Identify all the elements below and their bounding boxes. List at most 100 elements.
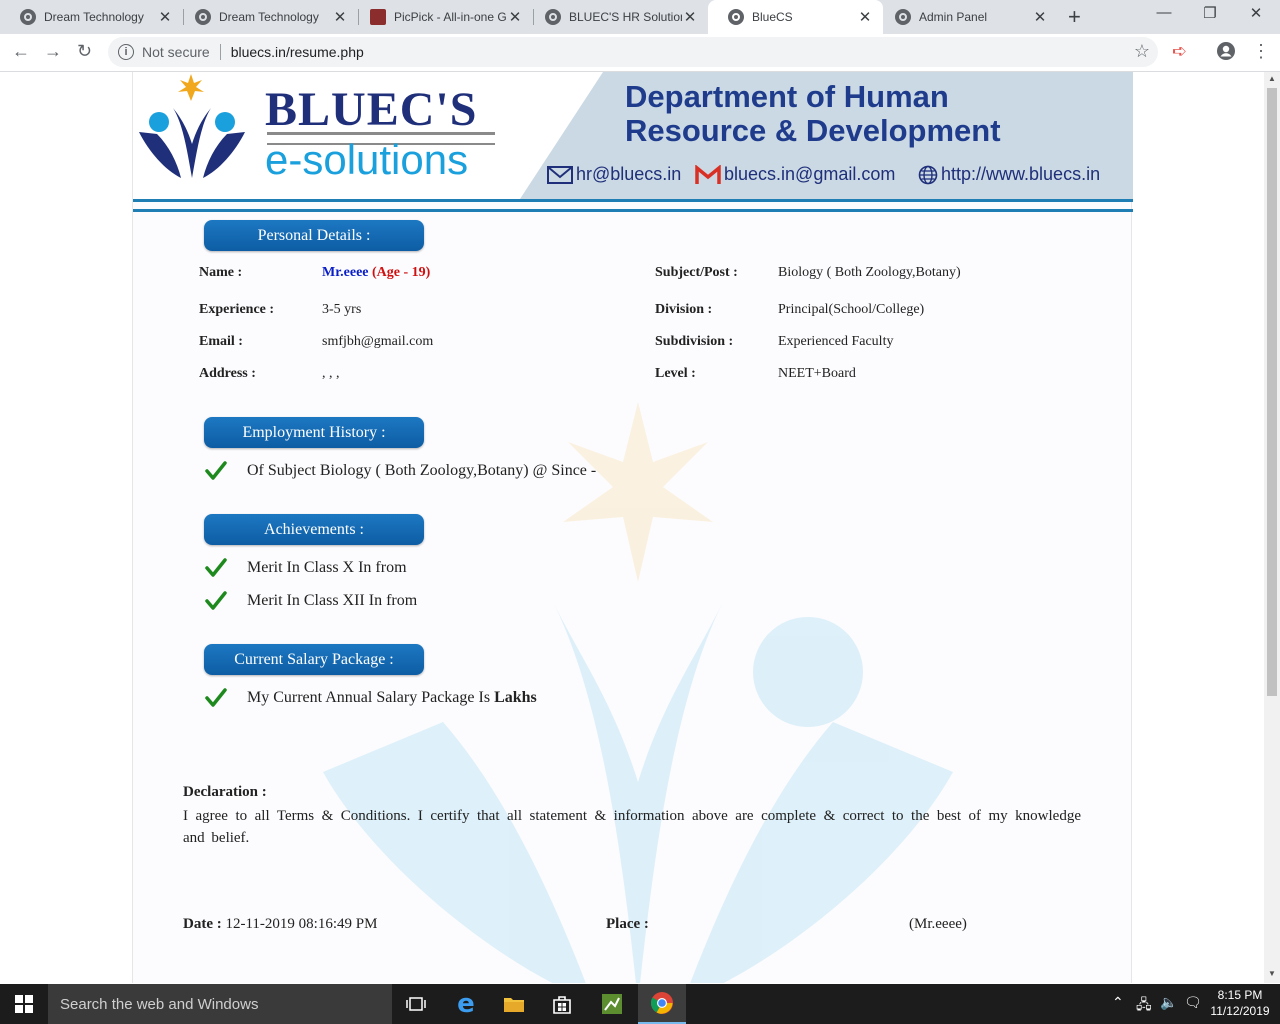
task-view-icon [406,997,426,1011]
banner-rule [133,199,1133,202]
place-label: Place : [606,916,649,932]
salary-unit: Lakhs [494,689,537,706]
experience-value: 3-5 yrs [322,302,362,317]
checkmark-icon [205,688,227,707]
profile-icon[interactable] [1216,41,1236,66]
tab-title: Admin Panel [919,10,988,24]
email-label: Email : [199,334,243,349]
close-tab-icon[interactable]: ✕ [682,8,698,26]
tab-admin-panel[interactable]: Admin Panel ✕ [875,0,1058,34]
reload-icon[interactable]: ↻ [77,41,92,62]
scroll-up-arrow-icon[interactable]: ▲ [1264,74,1280,88]
personal-details-heading: Personal Details : [204,220,424,251]
picpick-icon [602,994,622,1014]
vertical-scrollbar[interactable]: ▲ ▼ [1264,72,1280,983]
tab-picpick[interactable]: PicPick - All-in-one G ✕ [350,0,533,34]
salary-text: My Current Annual Salary Package Is Lakh… [247,689,537,707]
tab-dream-technology-2[interactable]: Dream Technology ✕ [175,0,358,34]
contact-email-text: hr@bluecs.in [576,164,682,184]
subdivision-value: Experienced Faculty [778,334,894,349]
notifications-icon[interactable]: 🗨 [1184,994,1202,1011]
tab-dream-technology-1[interactable]: Dream Technology ✕ [0,0,183,34]
picpick-taskbar-button[interactable] [588,984,636,1024]
page-viewport: BLUEC'S e-solutions Department of Human … [0,72,1264,983]
achievements-heading: Achievements : [204,514,424,545]
forward-arrow-icon[interactable]: → [44,41,62,62]
restore-button[interactable]: ❐ [1187,4,1233,22]
globe-icon [545,9,561,25]
chrome-taskbar-button[interactable] [638,984,686,1024]
divider [219,44,221,60]
back-arrow-icon[interactable]: ← [12,41,30,62]
tab-bluecs[interactable]: BlueCS ✕ [708,0,883,34]
chevron-up-icon[interactable]: ⌃ [1112,994,1124,1011]
close-tab-icon[interactable]: ✕ [507,8,523,26]
taskbar-clock[interactable]: 8:15 PM 11/12/2019 [1202,987,1278,1019]
tab-bluecs-hr[interactable]: BLUEC'S HR Solution ✕ [525,0,708,34]
bookmark-star-icon[interactable]: ☆ [1134,41,1150,62]
declaration-heading: Declaration : [183,784,267,800]
globe-icon [895,9,911,25]
minimize-button[interactable]: — [1141,4,1187,21]
file-explorer-button[interactable] [490,984,538,1024]
close-tab-icon[interactable]: ✕ [332,8,348,26]
contact-website-text: http://www.bluecs.in [941,164,1101,184]
list-item: Merit In Class XII In from [205,590,417,612]
clock-time: 8:15 PM [1217,988,1263,1002]
bluecs-logo-icon [139,74,245,178]
declaration-text: I agree to all Terms & Conditions. I cer… [183,808,1081,846]
subject-value: Biology ( Both Zoology,Botany) [778,265,961,280]
tab-title: Dream Technology [44,10,144,24]
globe-icon [728,9,744,25]
menu-dots-icon[interactable]: ⋮ [1252,41,1270,62]
scroll-down-arrow-icon[interactable]: ▼ [1264,969,1280,983]
contact-gmail-text: bluecs.in@gmail.com [724,164,896,184]
close-window-button[interactable]: ✕ [1233,4,1279,22]
volume-muted-icon[interactable]: 🔈 [1160,994,1177,1011]
close-tab-icon[interactable]: ✕ [857,8,873,26]
subdivision-label: Subdivision : [655,334,734,349]
logo-subtitle: e-solutions [265,136,469,183]
tab-strip: Dream Technology ✕ Dream Technology ✕ Pi… [0,0,1280,34]
employment-history-heading: Employment History : [204,417,424,448]
close-tab-icon[interactable]: ✕ [157,8,173,26]
scrollbar-thumb[interactable] [1267,88,1277,696]
folder-icon [504,998,524,1012]
achievement-item-text: Merit In Class X In from [247,559,407,576]
department-title-line1: Department of Human [625,79,949,114]
list-item: Of Subject Biology ( Both Zoology,Botany… [205,460,596,482]
picpick-icon [370,9,386,25]
achievement-item-text: Merit In Class XII In from [247,592,418,609]
extension-icon[interactable]: ➪ [1172,41,1187,62]
date-value: 12-11-2019 08:16:49 PM [225,916,378,932]
url-text[interactable]: bluecs.in/resume.php [231,44,364,60]
close-tab-icon[interactable]: ✕ [1032,8,1048,26]
experience-label: Experience : [199,302,275,317]
signature: (Mr.eeee) [909,916,967,932]
contact-website: http://www.bluecs.in [918,164,1100,185]
candidate-name: Mr.eeee [322,265,369,280]
browser-toolbar: ← → ↻ i Not secure bluecs.in/resume.php … [0,34,1280,72]
network-icon[interactable]: 🖧 [1136,994,1152,1018]
resume-sheet: BLUEC'S e-solutions Department of Human … [132,72,1133,983]
tab-title: PicPick - All-in-one G [394,10,507,24]
tab-title: BlueCS [752,10,793,24]
edge-icon: e [457,989,475,1019]
store-bag-icon [553,996,571,1014]
new-tab-button[interactable]: + [1068,4,1081,30]
info-icon[interactable]: i [118,44,134,60]
email-value: smfjbh@gmail.com [322,334,434,349]
name-label: Name : [199,265,243,280]
taskbar-search[interactable]: Search the web and Windows [48,984,392,1024]
date-line: Date : 12-11-2019 08:16:49 PM [183,916,377,933]
tab-title: BLUEC'S HR Solution [569,10,682,24]
start-button[interactable] [0,984,48,1024]
store-button[interactable] [538,984,586,1024]
globe-icon [918,165,938,184]
edge-button[interactable]: e [442,984,490,1024]
task-view-button[interactable] [392,984,440,1024]
address-label: Address : [199,366,256,381]
address-bar[interactable]: i Not secure bluecs.in/resume.php ☆ [108,37,1158,67]
department-title: Department of Human Resource & Developme… [625,80,1001,148]
globe-icon [195,9,211,25]
